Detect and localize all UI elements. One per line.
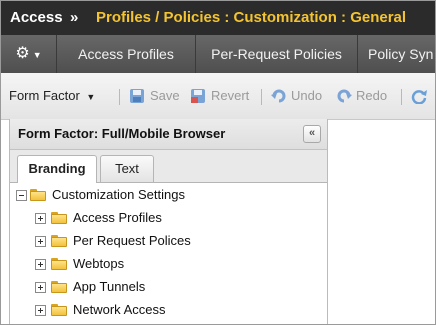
double-chevron-left-icon: « [308, 127, 316, 139]
toolbar-divider [401, 89, 402, 105]
save-icon [130, 89, 144, 103]
toolbar-divider [119, 89, 120, 105]
settings-menu-button[interactable]: ⚙ ▼ [1, 35, 57, 73]
tree-node[interactable]: Webtops [35, 254, 315, 274]
expand-icon[interactable] [35, 259, 46, 270]
nav-tab-policy-sync[interactable]: Policy Syn [358, 35, 435, 73]
breadcrumb-path: Profiles / Policies : Customization : Ge… [96, 9, 407, 26]
tree-node-label: Webtops [73, 256, 125, 271]
nav-bar: ⚙ ▼ Access Profiles Per-Request Policies … [1, 35, 435, 73]
revert-button[interactable]: Revert [211, 73, 249, 119]
folder-icon [51, 235, 68, 247]
form-factor-label: Form Factor [9, 88, 80, 103]
folder-open-icon [30, 189, 47, 201]
tree-node-label: Per Request Polices [73, 233, 191, 248]
tree-node-label: Network Access [73, 302, 166, 317]
tree-node-label: Customization Settings [52, 187, 185, 202]
breadcrumb-separator: » [70, 9, 79, 26]
expand-icon[interactable] [35, 236, 46, 247]
tree-node[interactable]: Access Profiles [35, 208, 315, 228]
folder-icon [51, 304, 68, 316]
title-bar: Access » Profiles / Policies : Customiza… [1, 1, 435, 35]
nav-tab-per-request-policies[interactable]: Per-Request Policies [196, 35, 358, 73]
gear-icon: ⚙ [15, 45, 30, 62]
tree-node-label: App Tunnels [73, 279, 146, 294]
app-name: Access [10, 9, 63, 26]
collapse-icon[interactable] [16, 190, 27, 201]
tree-node[interactable]: Network Access [35, 300, 315, 320]
caret-down-icon: ▼ [32, 50, 42, 60]
folder-icon [51, 258, 68, 270]
panel-header: Form Factor: Full/Mobile Browser « [10, 119, 327, 150]
refresh-icon[interactable] [411, 88, 427, 104]
revert-icon [191, 89, 205, 103]
toolbar: Form Factor ▼ Save Revert Undo Redo [1, 73, 435, 120]
expand-icon[interactable] [35, 282, 46, 293]
tree-node-root[interactable]: Customization Settings [16, 185, 316, 205]
panel-tabstrip: Branding Text [10, 150, 327, 183]
tree-node-label: Access Profiles [73, 210, 162, 225]
customization-panel: Form Factor: Full/Mobile Browser « Brand… [9, 119, 328, 324]
collapse-panel-button[interactable]: « [303, 125, 321, 143]
form-factor-dropdown[interactable]: Form Factor ▼ [9, 73, 95, 119]
save-button[interactable]: Save [150, 73, 180, 119]
undo-icon [271, 89, 286, 103]
undo-button[interactable]: Undo [291, 73, 322, 119]
window-frame: Access » Profiles / Policies : Customiza… [0, 0, 436, 325]
redo-icon [337, 89, 352, 103]
expand-icon[interactable] [35, 213, 46, 224]
tab-branding[interactable]: Branding [17, 155, 97, 183]
folder-icon [51, 281, 68, 293]
nav-tab-access-profiles[interactable]: Access Profiles [57, 35, 196, 73]
caret-down-icon: ▼ [86, 92, 96, 102]
tree-node[interactable]: App Tunnels [35, 277, 315, 297]
panel-title: Form Factor: Full/Mobile Browser [18, 126, 226, 141]
tree-node[interactable]: Per Request Polices [35, 231, 315, 251]
folder-icon [51, 212, 68, 224]
expand-icon[interactable] [35, 305, 46, 316]
toolbar-divider [261, 89, 262, 105]
tab-text[interactable]: Text [100, 155, 154, 182]
redo-button[interactable]: Redo [356, 73, 387, 119]
